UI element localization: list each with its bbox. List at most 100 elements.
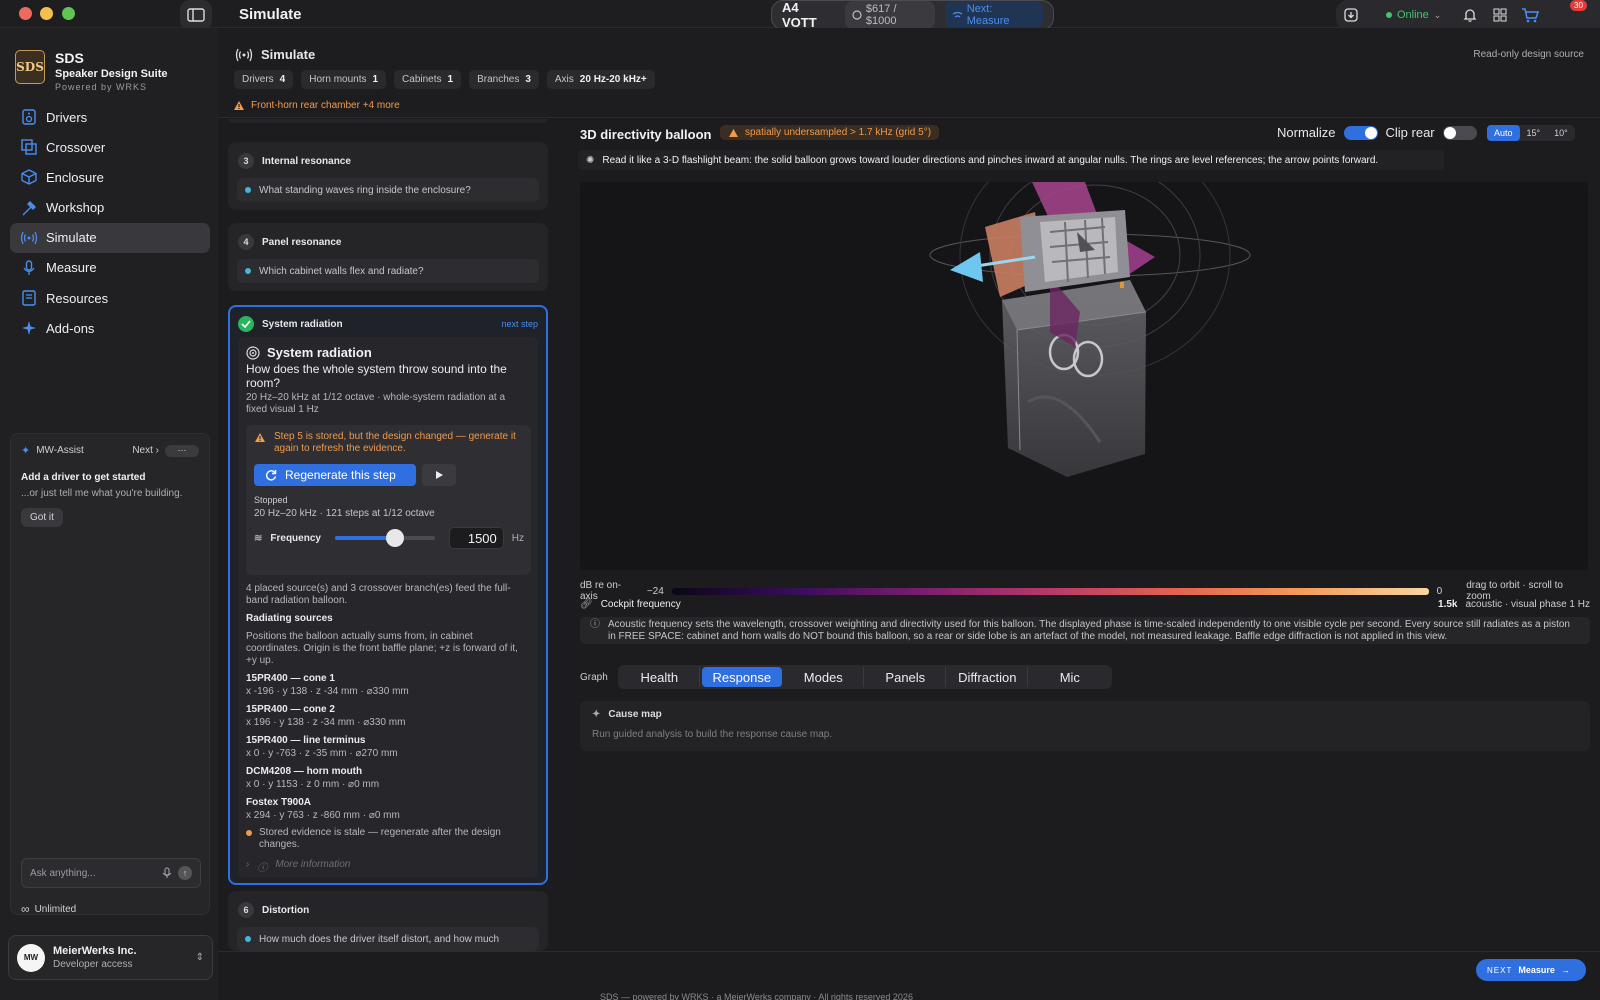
stat-label: Horn mounts (309, 74, 367, 85)
nav-item-crossover[interactable]: Crossover (10, 132, 210, 162)
step-title: System radiation (262, 318, 343, 330)
arrow-right-icon: → (1560, 965, 1570, 975)
book-icon (20, 289, 38, 307)
frequency-slider[interactable] (334, 529, 436, 547)
tab-diffraction[interactable]: Diffraction (948, 667, 1028, 687)
budget-value: $617 / $1000 (865, 3, 897, 27)
sidebar-toggle-button[interactable] (180, 0, 212, 30)
stat-cabinets: Cabinets 1 (394, 70, 462, 89)
nav-label: Resources (46, 290, 109, 306)
tab-panels[interactable]: Panels (866, 667, 946, 687)
online-status-dropdown[interactable]: Online ⌄ (1386, 9, 1441, 21)
step-number: 6 (238, 902, 254, 918)
graph-label: Graph (580, 671, 608, 683)
undersampled-text: spatially undersampled > 1.7 kHz (grid 5… (745, 127, 932, 138)
got-it-button[interactable]: Got it (21, 508, 63, 527)
resolution-auto[interactable]: Auto (1487, 125, 1520, 141)
status-dot (245, 187, 251, 193)
next-step-pill[interactable]: Next: Measure (945, 1, 1043, 29)
tab-response[interactable]: Response (701, 667, 782, 687)
assist-next-button[interactable]: Next › (132, 445, 159, 456)
step-title: Distortion (262, 904, 310, 916)
microphone-icon[interactable] (162, 867, 172, 879)
step-description: 20 Hz–20 kHz at 1/12 octave · whole-syst… (246, 392, 506, 415)
stat-value: 20 Hz-20 kHz+ (579, 74, 647, 85)
assist-more-button[interactable]: ··· (165, 444, 199, 457)
assist-input-placeholder: Ask anything... (30, 867, 96, 879)
apps-grid-button[interactable] (1485, 0, 1515, 30)
cart-button[interactable] (1515, 0, 1545, 30)
balloon-3d-viewport[interactable] (580, 182, 1588, 570)
resolution-15[interactable]: 15° (1520, 125, 1548, 141)
frequency-input[interactable]: 1500 (449, 527, 504, 549)
next-measure-button[interactable]: NEXT Measure → (1476, 959, 1586, 981)
crossover-icon (20, 138, 38, 156)
zoom-window-button[interactable] (62, 7, 75, 20)
more-info-toggle[interactable]: › ⓘ More information (246, 859, 350, 874)
brand: SDS SDS Speaker Design Suite Powered by … (15, 50, 168, 92)
cockpit-value: 1.5k (1438, 599, 1458, 610)
notifications-button[interactable] (1455, 0, 1485, 30)
radiating-sources-desc: Positions the balloon actually sums from… (246, 631, 518, 666)
budget-badge[interactable]: $617 / $1000 (845, 1, 936, 29)
step-card-panel-resonance[interactable]: 4 Panel resonance Which cabinet walls fle… (228, 223, 548, 291)
step-question-text: Which cabinet walls flex and radiate? (259, 265, 424, 277)
step-header: System radiation next step (230, 307, 546, 341)
stale-warning: Step 5 is stored, but the design changed… (254, 431, 524, 455)
nav-item-simulate[interactable]: Simulate (10, 222, 210, 253)
step-card-distortion[interactable]: 6 Distortion How much does the driver its… (228, 891, 548, 951)
play-button[interactable] (422, 464, 456, 486)
model-note: ⓘ Acoustic frequency sets the wavelength… (580, 617, 1590, 644)
cause-map-title: Cause map (608, 709, 662, 720)
clip-rear-toggle[interactable] (1442, 125, 1477, 140)
regenerate-button[interactable]: Regenerate this step (254, 464, 416, 486)
section-title-text: Simulate (261, 47, 316, 62)
step-card-system-radiation[interactable]: System radiation next step System radiat… (228, 305, 548, 885)
tab-health[interactable]: Health (620, 667, 700, 687)
next-step-link[interactable]: next step (501, 319, 538, 329)
account-name: MeierWerks Inc. (53, 945, 137, 957)
waves-icon (235, 48, 253, 61)
sparkle-icon: ✦ (21, 445, 31, 457)
nav-item-enclosure[interactable]: Enclosure (10, 162, 210, 192)
source-name: 15PR400 — line terminus (246, 735, 366, 746)
stats-bar: Drivers 4 Horn mounts 1 Cabinets 1 Branches… (234, 70, 655, 89)
download-button[interactable] (1336, 0, 1366, 30)
tab-mic[interactable]: Mic (1030, 667, 1110, 687)
sparkle-icon (20, 319, 38, 337)
stat-value: 4 (279, 74, 286, 85)
step-card-internal-resonance[interactable]: 3 Internal resonance What standing waves … (228, 142, 548, 210)
nav-item-workshop[interactable]: Workshop (10, 193, 210, 223)
stat-label: Drivers (242, 74, 274, 85)
lightbulb-icon: ✺ (586, 154, 595, 166)
close-window-button[interactable] (19, 7, 32, 20)
account-switcher[interactable]: MW MeierWerks Inc. Developer access ⇕ (8, 935, 213, 980)
nav-label: Drivers (46, 109, 88, 125)
graph-tabs: Health Response Modes Panels Diffraction… (617, 665, 1112, 689)
send-button[interactable]: ↑ (178, 866, 192, 880)
tab-modes[interactable]: Modes (784, 667, 864, 687)
assist-input[interactable]: Ask anything... ↑ (21, 858, 201, 888)
plan-label: Unlimited (34, 903, 77, 915)
warning-icon (729, 128, 738, 137)
readonly-note: Read-only design source (1473, 49, 1584, 60)
frequency-unit: Hz (511, 532, 524, 544)
slider-handle[interactable] (386, 529, 405, 547)
nav-item-measure[interactable]: Measure (10, 253, 210, 283)
grid-icon (1493, 8, 1507, 22)
project-pill[interactable]: A4 VOTT $617 / $1000 Next: Measure (771, 0, 1054, 30)
checkmark-icon (238, 316, 254, 332)
colorbar-gradient (671, 587, 1429, 595)
minimize-window-button[interactable] (40, 7, 53, 20)
warning-link[interactable]: Front-horn rear chamber +4 more (233, 100, 400, 111)
nav-item-resources[interactable]: Resources (10, 283, 210, 313)
nav-item-drivers[interactable]: Drivers (10, 102, 210, 132)
project-name: A4 VOTT (782, 0, 817, 30)
status-dot (246, 830, 252, 836)
resolution-10[interactable]: 10° (1547, 125, 1575, 141)
normalize-toggle[interactable] (1343, 125, 1378, 140)
source-name: 15PR400 — cone 2 (246, 704, 335, 715)
cockpit-label: Cockpit frequency (600, 599, 681, 610)
warning-icon (234, 101, 244, 110)
nav-item-addons[interactable]: Add-ons (10, 313, 210, 343)
